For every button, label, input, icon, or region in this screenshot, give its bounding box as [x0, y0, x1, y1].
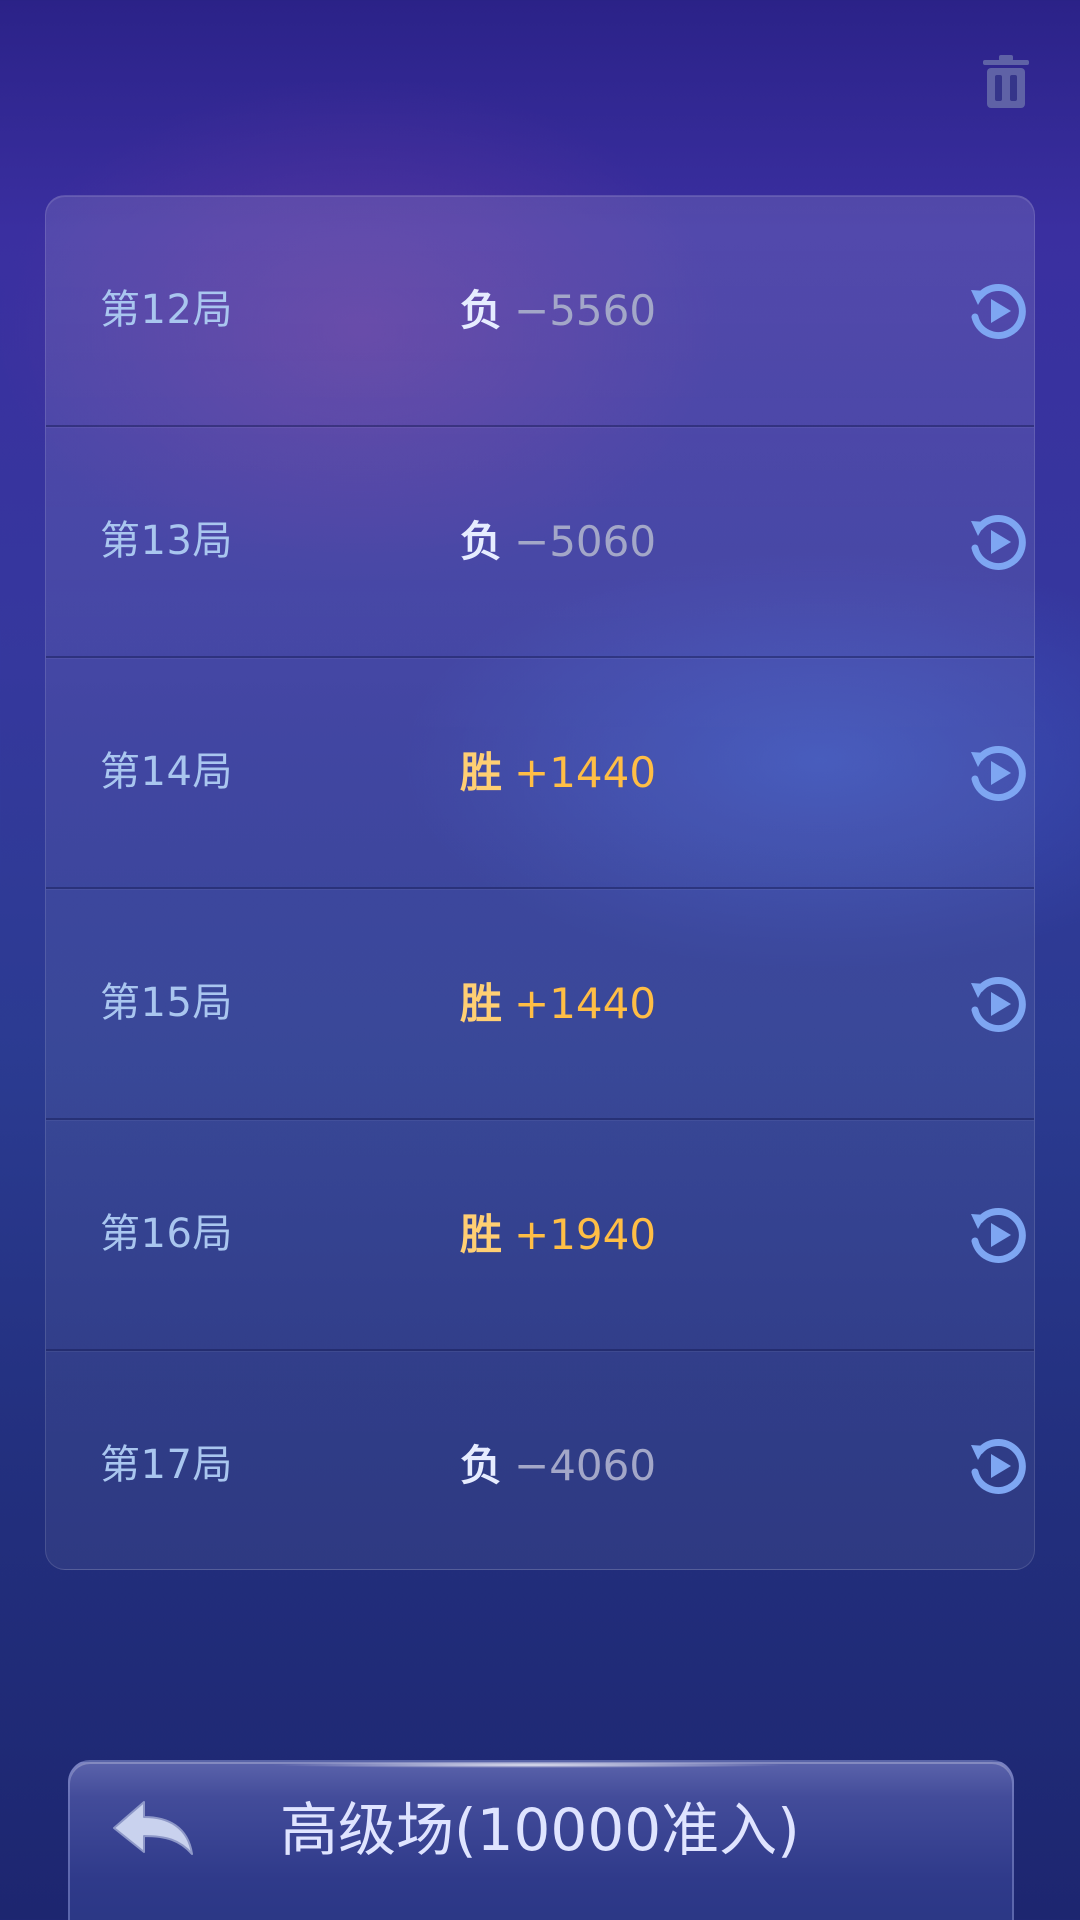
outcome-label: 胜	[460, 748, 503, 797]
round-number: 第14局	[100, 749, 233, 795]
game-history-list: 第12局 负 −5560 第13局 负 −5060 第14局 胜 +1440 第…	[45, 195, 1035, 1570]
outcome-label: 负	[460, 1441, 503, 1490]
outcome-label: 负	[460, 517, 503, 566]
round-result: 胜 +1440	[460, 658, 656, 887]
score-change: −5560	[514, 286, 657, 335]
round-number: 第17局	[100, 1442, 233, 1488]
score-change: +1940	[514, 1210, 657, 1259]
round-number: 第15局	[100, 980, 233, 1026]
history-row-12: 第12局 负 −5560	[46, 196, 1034, 427]
score-change: −5060	[514, 517, 657, 566]
replay-icon[interactable]	[966, 972, 1030, 1036]
replay-icon[interactable]	[966, 1203, 1030, 1267]
score-change: +1440	[514, 979, 657, 1028]
round-result: 负 −5560	[460, 196, 656, 425]
history-row-13: 第13局 负 −5060	[46, 427, 1034, 658]
replay-icon[interactable]	[966, 279, 1030, 343]
history-row-16: 第16局 胜 +1940	[46, 1120, 1034, 1351]
round-number: 第16局	[100, 1211, 233, 1257]
trash-icon	[983, 55, 1029, 108]
history-row-14: 第14局 胜 +1440	[46, 658, 1034, 889]
round-result: 负 −5060	[460, 427, 656, 656]
room-info-bar: 高级场(10000准入)	[68, 1760, 1014, 1920]
round-result: 胜 +1440	[460, 889, 656, 1118]
history-row-17: 第17局 负 −4060	[46, 1351, 1034, 1569]
round-result: 胜 +1940	[460, 1120, 656, 1349]
outcome-label: 胜	[460, 979, 503, 1028]
room-level-title: 高级场(10000准入)	[280, 1796, 800, 1864]
replay-icon[interactable]	[966, 510, 1030, 574]
delete-history-button[interactable]	[978, 54, 1034, 110]
outcome-label: 胜	[460, 1210, 503, 1259]
round-number: 第13局	[100, 518, 233, 564]
round-number: 第12局	[100, 287, 233, 333]
round-result: 负 −4060	[460, 1351, 657, 1569]
replay-icon[interactable]	[966, 1434, 1030, 1498]
score-change: −4060	[514, 1441, 657, 1490]
back-arrow-icon[interactable]	[108, 1792, 198, 1872]
replay-icon[interactable]	[966, 741, 1030, 805]
history-row-15: 第15局 胜 +1440	[46, 889, 1034, 1120]
outcome-label: 负	[460, 286, 503, 335]
score-change: +1440	[514, 748, 657, 797]
